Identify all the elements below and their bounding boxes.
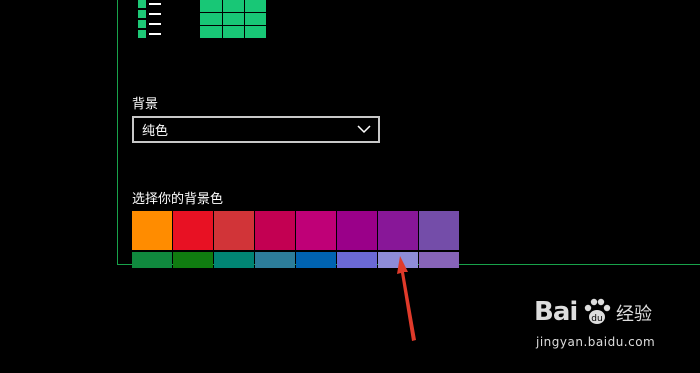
watermark-brand-cn: 经验 (616, 304, 652, 325)
top-swatch-1[interactable] (132, 211, 172, 250)
background-dropdown[interactable]: 纯色 (132, 116, 380, 143)
top-swatch-5[interactable] (296, 211, 336, 250)
bottom-swatch-4[interactable] (255, 252, 295, 268)
top-swatch-6[interactable] (337, 211, 377, 250)
accent-color-label: 选择你的背景色 (132, 192, 224, 207)
top-swatch-7[interactable] (378, 211, 418, 250)
top-swatch-2[interactable] (173, 211, 213, 250)
bottom-swatch-3[interactable] (214, 252, 254, 268)
bottom-swatch-6[interactable] (337, 252, 377, 268)
watermark-brand: Bai (534, 297, 578, 327)
watermark-url: jingyan.baidu.com (536, 335, 656, 349)
tiles-layout-icon[interactable] (200, 0, 266, 38)
list-layout-icon[interactable] (138, 0, 164, 38)
bottom-swatch-1[interactable] (132, 252, 172, 268)
red-arrow-icon (397, 256, 416, 341)
baidu-jingyan-watermark: Bai du 经验 jingyan.baidu.com (534, 295, 664, 355)
top-swatch-3[interactable] (214, 211, 254, 250)
bottom-swatch-2[interactable] (173, 252, 213, 268)
background-label: 背景 (132, 97, 159, 112)
paw-icon: du (584, 298, 611, 324)
chevron-down-icon (357, 125, 371, 134)
bottom-swatch-8[interactable] (419, 252, 459, 268)
swatch-row-top (132, 211, 459, 250)
top-swatch-8[interactable] (419, 211, 459, 250)
background-dropdown-value: 纯色 (142, 124, 169, 139)
top-swatch-4[interactable] (255, 211, 295, 250)
svg-text:du: du (591, 314, 602, 324)
bottom-swatch-5[interactable] (296, 252, 336, 268)
